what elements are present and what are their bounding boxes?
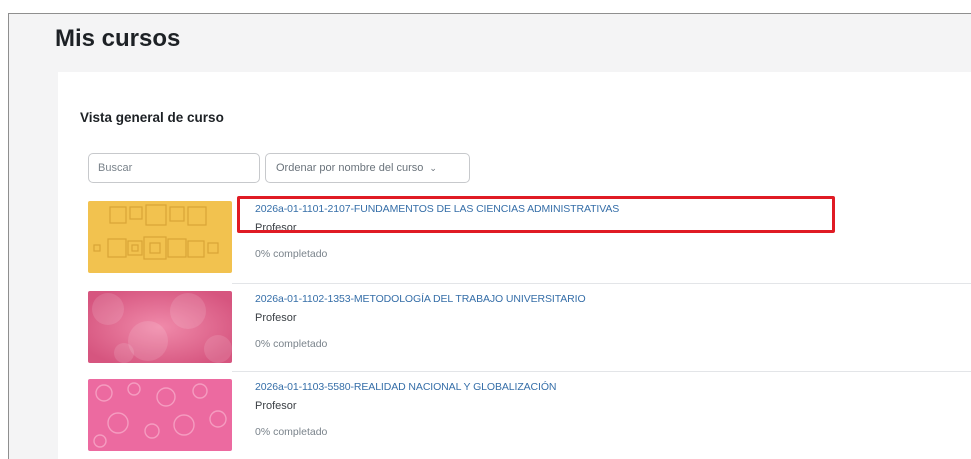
page-title: Mis cursos [55, 25, 181, 52]
divider [232, 371, 971, 372]
course-image[interactable] [88, 201, 232, 273]
course-progress: 0% completado [255, 248, 328, 260]
divider [232, 283, 971, 284]
course-item: 2026a-01-1103-5580-REALIDAD NACIONAL Y G… [80, 373, 971, 459]
course-name-link[interactable]: 2026a-01-1103-5580-REALIDAD NACIONAL Y G… [255, 381, 556, 393]
course-progress: 0% completado [255, 426, 328, 438]
sort-dropdown-label: Ordenar por nombre del curso [276, 162, 424, 174]
course-role: Profesor [255, 400, 297, 412]
course-role: Profesor [255, 312, 297, 324]
course-name-link[interactable]: 2026a-01-1102-1353-METODOLOGÍA DEL TRABA… [255, 293, 586, 305]
course-role: Profesor [255, 222, 297, 234]
chevron-down-icon: ⌄ [429, 162, 437, 173]
sort-dropdown[interactable]: Ordenar por nombre del curso ⌄ [265, 153, 470, 183]
course-item: 2026a-01-1102-1353-METODOLOGÍA DEL TRABA… [80, 285, 971, 371]
block-title: Vista general de curso [80, 110, 224, 125]
course-name-link[interactable]: 2026a-01-1101-2107-FUNDAMENTOS DE LAS CI… [255, 203, 619, 215]
search-input[interactable] [88, 153, 260, 183]
course-image[interactable] [88, 291, 232, 363]
course-progress: 0% completado [255, 338, 328, 350]
course-image[interactable] [88, 379, 232, 451]
course-item: 2026a-01-1101-2107-FUNDAMENTOS DE LAS CI… [80, 195, 971, 281]
